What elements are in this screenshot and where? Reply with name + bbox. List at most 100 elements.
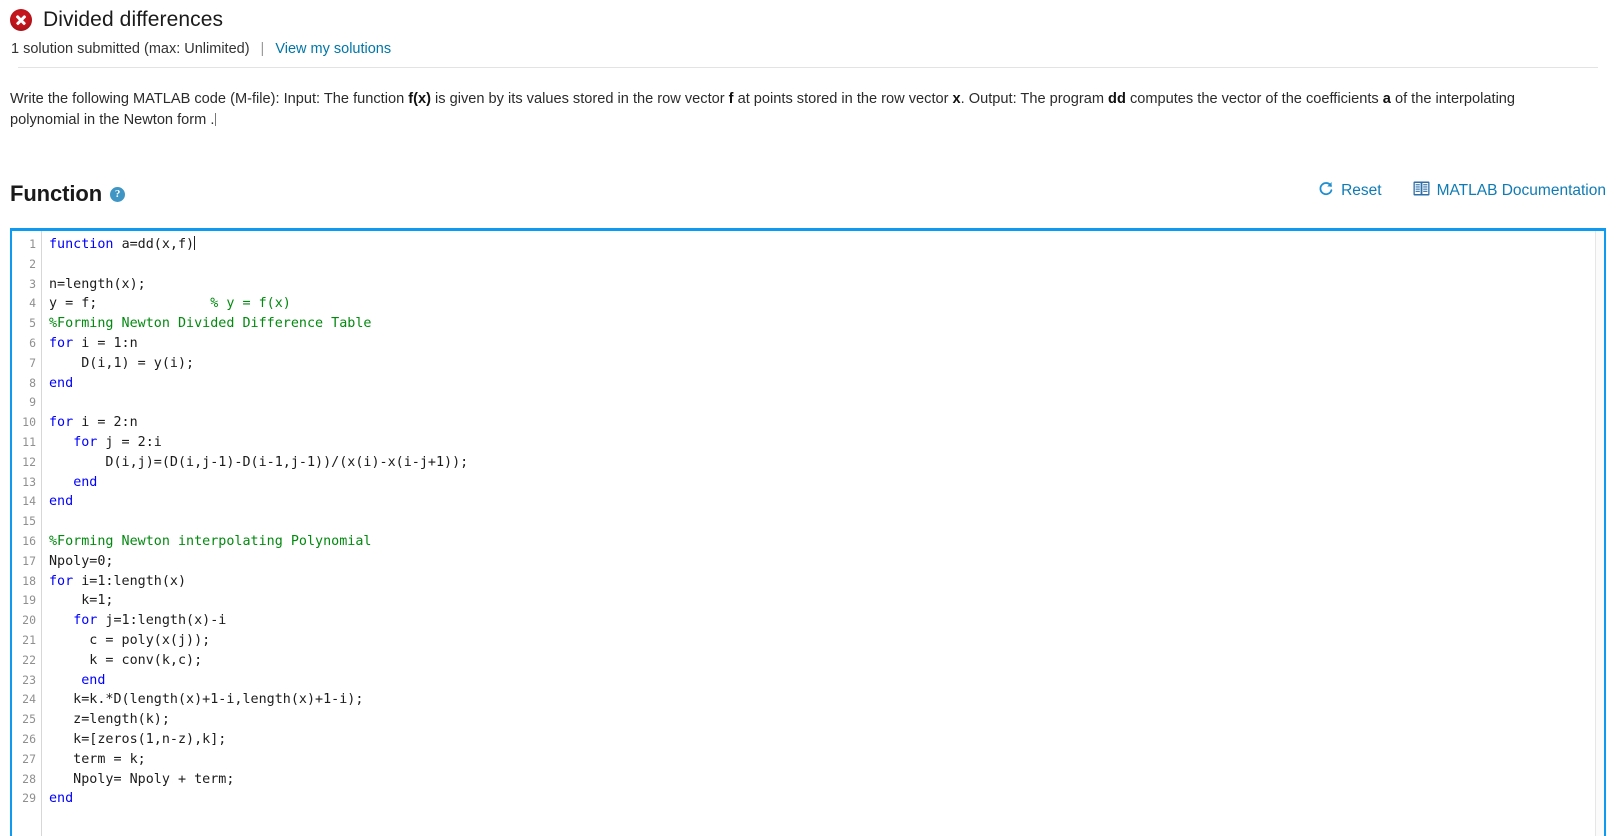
code-keyword: function [49,237,122,252]
code-comment: %Forming Newton interpolating Polynomial [49,533,372,549]
line-number: 23 [22,672,36,687]
description-bold-x: x [952,91,961,107]
code-text: z=length(k); [49,712,170,728]
line-number: 4 [29,296,36,311]
code-keyword: end [49,791,74,807]
code-text: j=1:length(x)-i [97,613,227,629]
code-line: y = f; % y = f(x) [49,294,1604,314]
code-keyword: for [73,613,98,629]
matlab-documentation-link[interactable]: MATLAB Documentation [1413,181,1606,201]
line-number: 1 [29,237,36,251]
code-text: a=dd(x,f) [121,237,195,252]
error-circle-x-icon [10,9,32,31]
code-keyword: end [49,375,74,391]
function-actions: Reset MATLAB Documentation [1317,180,1606,202]
code-line: D(i,j)=(D(i,j-1)-D(i-1,j-1))/(x(i)-x(i-j… [49,453,1604,473]
code-line: Npoly= Npoly + term; [49,770,1604,790]
line-number: 19 [22,593,36,608]
code-line: end [49,789,1604,809]
code-line: end [49,374,1604,394]
code-editor[interactable]: 1 2 3 4 5 6 7 8 9 10 11 12 13 14 15 16 17 18 19 20 21 22 23 24 2… [10,228,1606,836]
problem-description: Write the following MATLAB code (M-file)… [10,89,1550,131]
line-number: 14 [22,494,36,509]
code-text: k=1; [49,593,114,609]
line-number: 29 [22,791,36,806]
line-number: 8 [29,375,36,390]
line-number: 20 [22,613,36,628]
reset-button[interactable]: Reset [1317,180,1382,202]
code-line: c = poly(x(j)); [49,631,1604,651]
line-number: 10 [22,415,36,430]
code-line: %Forming Newton interpolating Polynomial [49,532,1604,552]
function-section-header: Function ? Reset MATLAB Documentation [10,177,1606,211]
description-bold-a: a [1382,91,1391,107]
view-my-solutions-link[interactable]: View my solutions [275,40,391,58]
text-cursor [194,236,196,250]
function-heading: Function [10,181,103,206]
code-line: k=k.*D(length(x)+1-i,length(x)+1-i); [49,690,1604,710]
line-number: 5 [29,316,36,331]
code-text: i = 1:n [73,335,138,351]
code-text: Npoly= Npoly + term; [49,771,235,787]
submission-count-text: 1 solution submitted (max: Unlimited) [11,41,250,57]
line-number: 13 [22,474,36,489]
line-number: 24 [22,692,36,707]
code-text: k=[zeros(1,n-z),k]; [49,731,227,747]
code-text: Npoly=0; [49,553,114,569]
book-icon [1413,181,1430,201]
description-part-2: is given by its values stored in the row… [430,91,729,107]
question-mark-icon[interactable]: ? [110,186,126,202]
code-keyword: end [81,672,106,688]
line-number: 3 [29,276,36,291]
code-keyword: end [49,494,74,510]
meta-separator: | [260,41,265,57]
code-line: function a=dd(x,f) [49,235,1604,255]
reset-label: Reset [1341,182,1382,199]
code-line: z=length(k); [49,710,1604,730]
code-line: %Forming Newton Divided Difference Table [49,314,1604,334]
code-text: i=1:length(x) [73,573,187,589]
page-title: Divided differences [43,8,224,31]
code-keyword: for [49,573,74,589]
description-part-1: Write the following MATLAB code (M-file)… [10,91,409,107]
description-bold-dd: dd [1108,91,1126,107]
line-number: 7 [29,355,36,370]
editor-vertical-scrollbar[interactable] [1595,231,1604,836]
code-line: term = k; [49,750,1604,770]
editor-code-area[interactable]: function a=dd(x,f) n=length(x); y = f; % … [42,231,1604,836]
line-number: 17 [22,553,36,568]
code-line: Npoly=0; [49,552,1604,572]
code-text: y = f; [49,296,211,312]
header-divider [18,67,1598,68]
code-text: c = poly(x(j)); [49,632,211,648]
code-line: k = conv(k,c); [49,651,1604,671]
code-line: for j=1:length(x)-i [49,611,1604,631]
line-number: 18 [22,573,36,588]
line-number: 12 [22,454,36,469]
code-line: end [49,671,1604,691]
code-comment: % y = f(x) [210,296,291,312]
line-number: 26 [22,731,36,746]
code-line: for j = 2:i [49,433,1604,453]
code-text: n=length(x); [49,276,146,292]
code-line: for i = 2:n [49,413,1604,433]
matlab-grader-problem-page: Divided differences 1 solution submitted… [0,0,1616,836]
code-line: k=[zeros(1,n-z),k]; [49,730,1604,750]
submission-meta: 1 solution submitted (max: Unlimited) | … [11,40,1606,58]
line-number: 9 [29,395,36,410]
text-caret [215,113,217,126]
refresh-circular-arrow-icon [1317,180,1334,202]
problem-title-row: Divided differences [10,5,1606,35]
line-number: 25 [22,712,36,727]
code-keyword: for [49,335,74,351]
line-number: 27 [22,751,36,766]
line-number: 21 [22,632,36,647]
code-text: k=k.*D(length(x)+1-i,length(x)+1-i); [49,692,364,708]
code-text: D(i,j)=(D(i,j-1)-D(i-1,j-1))/(x(i)-x(i-j… [49,454,469,470]
code-line: D(i,1) = y(i); [49,354,1604,374]
